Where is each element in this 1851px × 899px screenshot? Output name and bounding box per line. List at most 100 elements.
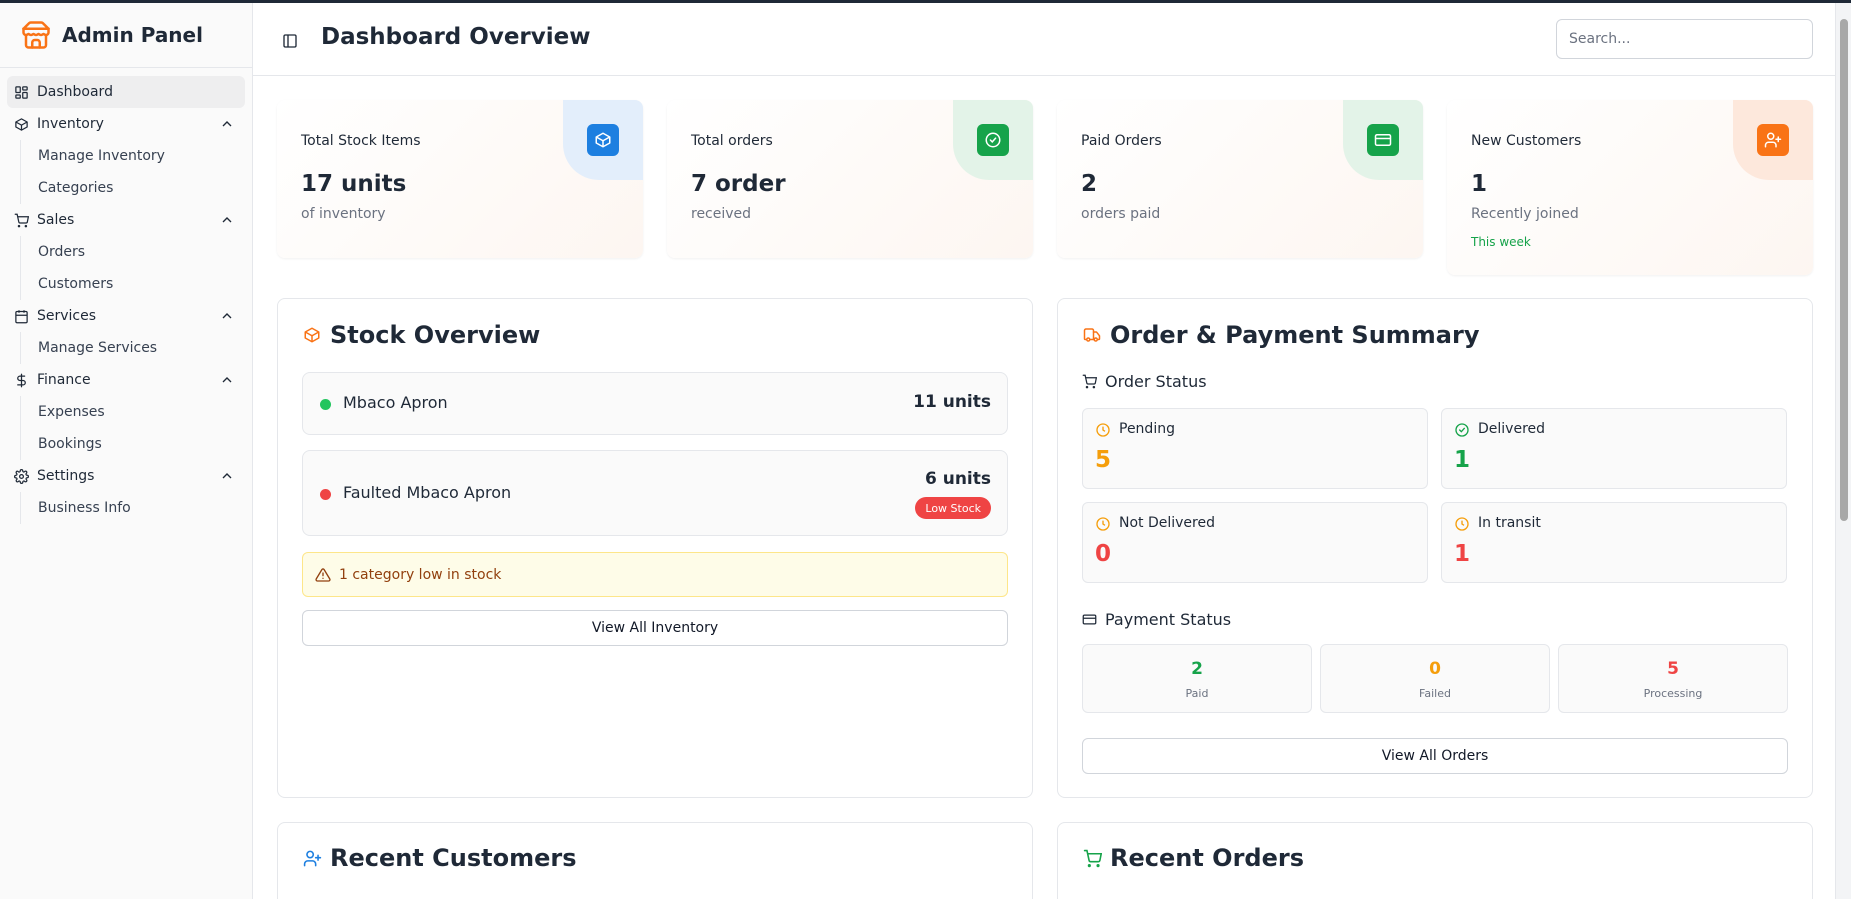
- cube-icon: [587, 124, 619, 156]
- sidebar-subnav-settings: Business Info: [20, 492, 245, 524]
- stat-value: 7 order: [691, 171, 786, 197]
- sidebar-item-inventory[interactable]: Inventory: [7, 108, 245, 140]
- recent-customers-title: Recent Customers: [302, 844, 577, 872]
- sidebar-group-services: Services Manage Services: [7, 300, 245, 364]
- section-heading-text: Payment Status: [1105, 610, 1232, 629]
- sidebar-item-label: Settings: [37, 468, 95, 484]
- stock-status-dot: [320, 489, 331, 500]
- package-icon: [14, 117, 29, 132]
- dashboard-icon: [14, 85, 29, 100]
- chevron-up-icon[interactable]: [219, 212, 235, 228]
- clock-icon: [1455, 517, 1469, 531]
- sidebar-toggle-icon[interactable]: [282, 33, 298, 49]
- sidebar-item-customers[interactable]: Customers: [21, 268, 245, 300]
- stock-item-row[interactable]: Mbaco Apron 11 units: [302, 372, 1008, 435]
- chevron-up-icon[interactable]: [219, 372, 235, 388]
- check-circle-icon: [1455, 423, 1469, 437]
- chevron-up-icon[interactable]: [219, 116, 235, 132]
- order-payment-panel: Order & Payment Summary Order Status Pen…: [1057, 298, 1813, 798]
- order-status-label: Delivered: [1478, 421, 1546, 437]
- clock-icon: [1096, 423, 1110, 437]
- sidebar-item-label: Finance: [37, 372, 91, 388]
- stat-corner: [563, 100, 643, 180]
- panel-title-text: Recent Customers: [330, 844, 577, 872]
- user-plus-icon: [302, 848, 322, 868]
- order-payment-title: Order & Payment Summary: [1082, 321, 1479, 349]
- order-status-value: 0: [1095, 541, 1112, 567]
- order-status-not-delivered[interactable]: Not Delivered 0: [1082, 502, 1428, 583]
- chevron-up-icon[interactable]: [219, 468, 235, 484]
- sidebar-item-services[interactable]: Services: [7, 300, 245, 332]
- check-circle-icon: [977, 124, 1009, 156]
- stat-corner: [1733, 100, 1813, 180]
- view-all-orders-button[interactable]: View All Orders: [1082, 738, 1788, 774]
- scrollbar-thumb[interactable]: [1840, 19, 1848, 521]
- panel-title-text: Recent Orders: [1110, 844, 1304, 872]
- search-input[interactable]: [1556, 19, 1813, 59]
- order-status-delivered[interactable]: Delivered 1: [1441, 408, 1787, 489]
- payment-status-heading: Payment Status: [1082, 610, 1231, 629]
- stock-item-row[interactable]: Faulted Mbaco Apron 6 units Low Stock: [302, 450, 1008, 536]
- stock-status-dot: [320, 399, 331, 410]
- order-status-pending[interactable]: Pending 5: [1082, 408, 1428, 489]
- payment-status-value: 0: [1429, 659, 1441, 679]
- sidebar-subnav-sales: Orders Customers: [20, 236, 245, 300]
- order-status-in-transit[interactable]: In transit 1: [1441, 502, 1787, 583]
- shopping-cart-icon: [1082, 848, 1102, 868]
- package-icon: [302, 325, 322, 345]
- sidebar-subnav-services: Manage Services: [20, 332, 245, 364]
- recent-customers-panel: Recent Customers: [277, 822, 1033, 899]
- stat-period: This week: [1471, 235, 1531, 249]
- stat-card-stock: Total Stock Items 17 units of inventory: [277, 100, 643, 258]
- payment-status-failed[interactable]: 0 Failed: [1320, 644, 1550, 713]
- sidebar-item-label: Services: [37, 308, 97, 324]
- low-stock-alert: 1 category low in stock: [302, 552, 1008, 597]
- sidebar-item-business-info[interactable]: Business Info: [21, 492, 245, 524]
- sidebar-item-settings[interactable]: Settings: [7, 460, 245, 492]
- stat-value: 2: [1081, 171, 1098, 197]
- sidebar-item-bookings[interactable]: Bookings: [21, 428, 245, 460]
- payment-status-paid[interactable]: 2 Paid: [1082, 644, 1312, 713]
- payment-status-label: Failed: [1419, 687, 1451, 700]
- sidebar-group-settings: Settings Business Info: [7, 460, 245, 524]
- stock-item-units: 6 units: [924, 469, 991, 489]
- payment-status-processing[interactable]: 5 Processing: [1558, 644, 1788, 713]
- sidebar-item-categories[interactable]: Categories: [21, 172, 245, 204]
- stat-corner: [1343, 100, 1423, 180]
- order-status-value: 1: [1454, 447, 1471, 473]
- sidebar-item-dashboard[interactable]: Dashboard: [7, 76, 245, 108]
- sidebar-item-manage-services[interactable]: Manage Services: [21, 332, 245, 364]
- sidebar-item-label: Dashboard: [37, 84, 113, 100]
- stat-subtext: received: [691, 206, 752, 222]
- sidebar-subnav-inventory: Manage Inventory Categories: [20, 140, 245, 204]
- sidebar-item-finance[interactable]: Finance: [7, 364, 245, 396]
- shopping-cart-icon: [14, 213, 29, 228]
- shopping-cart-icon: [1082, 374, 1097, 389]
- store-icon: [20, 19, 52, 51]
- chevron-up-icon[interactable]: [219, 308, 235, 324]
- stock-overview-title: Stock Overview: [302, 321, 540, 349]
- recent-orders-title: Recent Orders: [1082, 844, 1304, 872]
- stat-card-orders: Total orders 7 order received: [667, 100, 1033, 258]
- order-status-heading: Order Status: [1082, 372, 1207, 391]
- brand[interactable]: Admin Panel: [0, 3, 252, 68]
- sidebar-group-sales: Sales Orders Customers: [7, 204, 245, 300]
- sidebar-item-manage-inventory[interactable]: Manage Inventory: [21, 140, 245, 172]
- low-stock-badge: Low Stock: [915, 497, 991, 519]
- stock-overview-panel: Stock Overview Mbaco Apron 11 units Faul…: [277, 298, 1033, 798]
- stat-card-paid-orders: Paid Orders 2 orders paid: [1057, 100, 1423, 258]
- stat-subtext: of inventory: [301, 206, 386, 222]
- alert-text: 1 category low in stock: [339, 566, 502, 583]
- sidebar-item-label: Inventory: [37, 116, 104, 132]
- sidebar-item-orders[interactable]: Orders: [21, 236, 245, 268]
- view-all-inventory-button[interactable]: View All Inventory: [302, 610, 1008, 646]
- order-status-label: Not Delivered: [1119, 515, 1215, 531]
- payment-status-value: 5: [1667, 659, 1679, 679]
- brand-title: Admin Panel: [62, 23, 203, 47]
- order-status-label: Pending: [1119, 421, 1175, 437]
- sidebar-item-label: Sales: [37, 212, 75, 228]
- sidebar-item-expenses[interactable]: Expenses: [21, 396, 245, 428]
- sidebar-item-sales[interactable]: Sales: [7, 204, 245, 236]
- order-status-value: 1: [1454, 541, 1471, 567]
- page-scrollbar[interactable]: [1835, 3, 1851, 899]
